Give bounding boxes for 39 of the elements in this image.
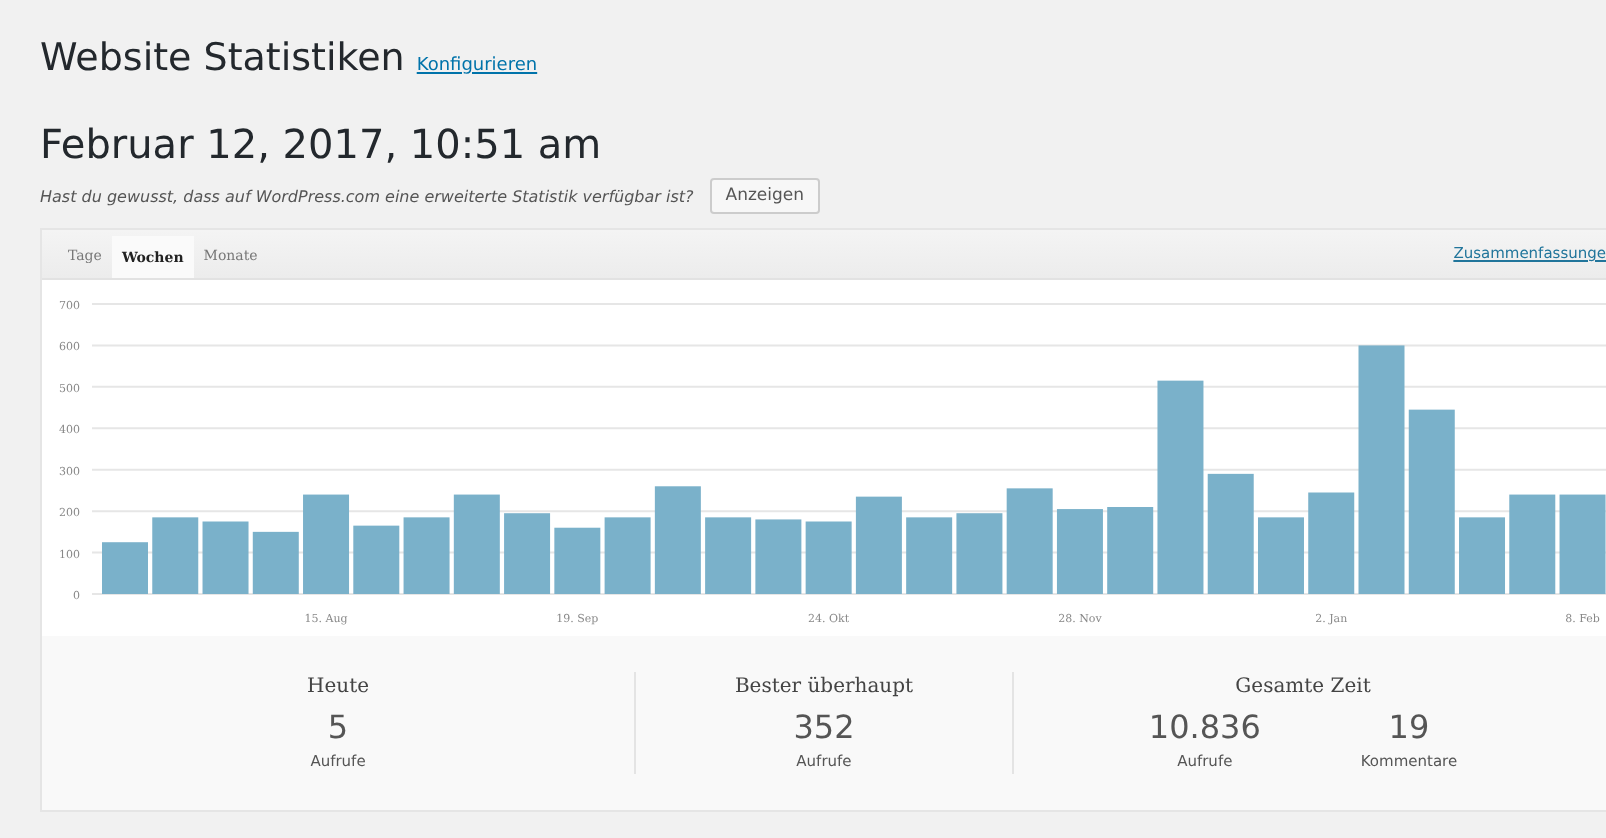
chart-bar xyxy=(956,513,1003,594)
chart-bar xyxy=(1308,492,1355,594)
chart-bar xyxy=(152,517,199,594)
stat-title: Bester überhaupt xyxy=(734,676,914,698)
chart-bar xyxy=(453,494,500,594)
chart-bar xyxy=(1459,517,1505,594)
stat-value: 352 xyxy=(793,708,855,746)
stat-title: Gesamte Zeit xyxy=(1235,676,1371,698)
date-heading: Februar 12, 2017, 10:51 am xyxy=(40,120,604,168)
stat-value: 19 xyxy=(1388,708,1430,746)
notice-text: Hast du gewusst, dass auf WordPress.com eine erweiterte Statistik verfügbar ist? xyxy=(40,187,694,205)
chart-bar xyxy=(1258,517,1304,594)
show-button[interactable]: Anzeigen xyxy=(709,178,821,214)
chart-bar xyxy=(1559,494,1606,594)
chart-bar xyxy=(855,496,902,594)
page-title: Website Statistiken xyxy=(40,36,405,80)
chart-bar xyxy=(604,517,651,594)
chart-bar xyxy=(906,517,953,594)
chart-bar xyxy=(1207,473,1254,594)
stat-value: 5 xyxy=(327,708,349,746)
chart-bar xyxy=(1107,507,1154,594)
chart-bar xyxy=(1056,509,1103,594)
chart-bar xyxy=(1509,494,1556,594)
chart-bar xyxy=(554,527,601,594)
chart-bar xyxy=(303,494,350,594)
chart-bar xyxy=(805,521,852,594)
stat-title: Heute xyxy=(306,676,369,698)
chart-bar xyxy=(102,542,148,594)
chart-bar xyxy=(755,519,802,594)
chart-bar xyxy=(705,517,752,594)
chart-bar xyxy=(252,531,299,594)
chart-bar xyxy=(353,525,400,594)
stat-value: 10.836 xyxy=(1148,708,1261,746)
chart-bar xyxy=(654,486,701,594)
configure-link[interactable]: Konfigurieren xyxy=(416,56,538,76)
chart-bar xyxy=(504,513,551,594)
chart-bar xyxy=(202,521,249,594)
chart-bar xyxy=(403,517,450,594)
chart-bar xyxy=(1006,488,1053,594)
